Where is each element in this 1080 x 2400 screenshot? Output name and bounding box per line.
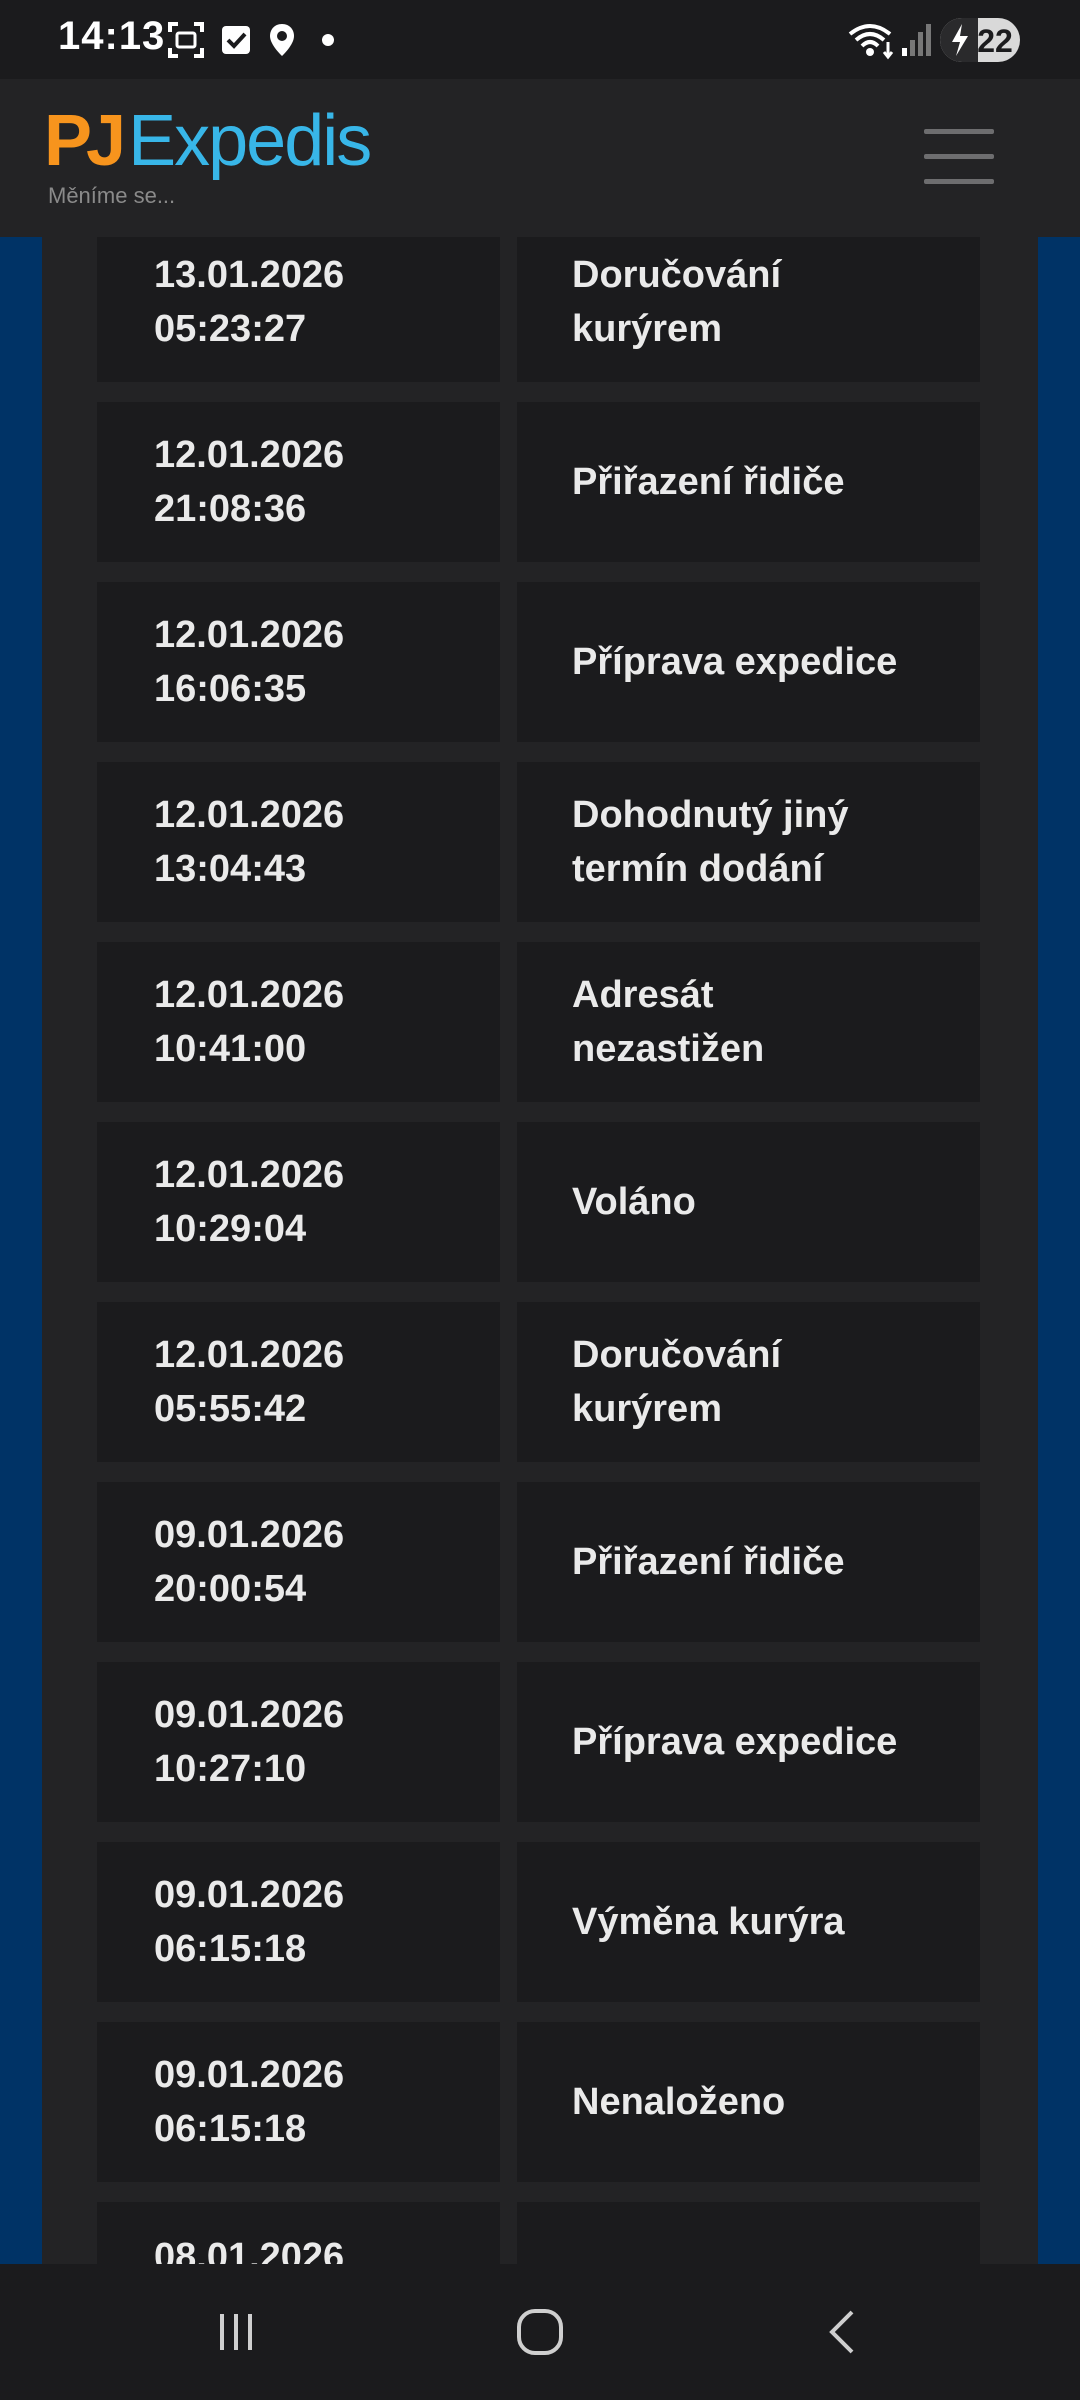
date-time-text: 09.01.2026 10:27:10 bbox=[154, 1694, 345, 1790]
status-cell: Příprava expedice bbox=[517, 582, 980, 742]
date-time-text: 12.01.2026 21:08:36 bbox=[154, 434, 345, 530]
status-cell: Nenaloženo bbox=[517, 2022, 980, 2182]
status-cell: Přiřazení řidiče bbox=[517, 1482, 980, 1642]
logo-expedis: Expedis bbox=[128, 101, 372, 181]
table-row: 08.01.2026 bbox=[97, 2202, 1027, 2264]
status-time: 14:13 bbox=[58, 14, 166, 58]
status-text: Adresát nezastižen bbox=[572, 974, 765, 1070]
date-cell: 12.01.2026 10:29:04 bbox=[97, 1122, 500, 1282]
date-time-text: 09.01.2026 06:15:18 bbox=[154, 2054, 345, 2150]
status-text: Příprava expedice bbox=[572, 1721, 898, 1763]
table-row: 12.01.2026 16:06:35 Příprava expedice bbox=[97, 582, 1027, 742]
date-cell: 12.01.2026 13:04:43 bbox=[97, 762, 500, 922]
status-cell: Dohodnutý jiný termín dodání bbox=[517, 762, 980, 922]
status-text: Doručování kurýrem bbox=[572, 254, 782, 350]
status-text: Přiřazení řidiče bbox=[572, 461, 845, 503]
signal-icon bbox=[902, 24, 931, 56]
status-text: Nenaloženo bbox=[572, 2081, 786, 2123]
location-icon bbox=[270, 24, 294, 56]
table-row: 12.01.2026 21:08:36 Přiřazení řidiče bbox=[97, 402, 1027, 562]
date-cell: 12.01.2026 05:55:42 bbox=[97, 1302, 500, 1462]
date-cell: 09.01.2026 10:27:10 bbox=[97, 1662, 500, 1822]
status-cell bbox=[517, 2202, 980, 2264]
table-row: 12.01.2026 13:04:43 Dohodnutý jiný termín… bbox=[97, 762, 1027, 922]
date-time-text: 12.01.2026 10:41:00 bbox=[154, 974, 345, 1070]
date-time-text: 12.01.2026 16:06:35 bbox=[154, 614, 345, 710]
recent-apps-icon[interactable] bbox=[206, 2302, 266, 2362]
date-time-text: 12.01.2026 13:04:43 bbox=[154, 794, 345, 890]
table-row: 13.01.2026 05:23:27 Doručování kurýrem bbox=[97, 237, 1027, 382]
date-cell: 09.01.2026 06:15:18 bbox=[97, 2022, 500, 2182]
date-cell: 12.01.2026 16:06:35 bbox=[97, 582, 500, 742]
status-text: Výměna kurýra bbox=[572, 1901, 845, 1943]
status-cell: Voláno bbox=[517, 1122, 980, 1282]
date-time-text: 12.01.2026 05:55:42 bbox=[154, 1334, 345, 1430]
date-time-text: 09.01.2026 20:00:54 bbox=[154, 1514, 345, 1610]
table-row: 12.01.2026 10:29:04 Voláno bbox=[97, 1122, 1027, 1282]
screenshot-icon bbox=[168, 22, 204, 58]
wifi-icon bbox=[848, 24, 894, 60]
date-cell: 09.01.2026 20:00:54 bbox=[97, 1482, 500, 1642]
hamburger-icon bbox=[924, 129, 994, 134]
table-row: 12.01.2026 05:55:42 Doručování kurýrem bbox=[97, 1302, 1027, 1462]
site-header: PJ Expedis Měníme se... bbox=[0, 79, 1080, 237]
date-cell: 12.01.2026 10:41:00 bbox=[97, 942, 500, 1102]
logo[interactable]: PJ Expedis bbox=[44, 101, 372, 181]
notification-dot-icon bbox=[322, 34, 334, 46]
status-text: Příprava expedice bbox=[572, 641, 898, 683]
table-row: 09.01.2026 06:15:18 Nenaloženo bbox=[97, 2022, 1027, 2182]
status-cell: Příprava expedice bbox=[517, 1662, 980, 1822]
date-cell: 08.01.2026 bbox=[97, 2202, 500, 2264]
hamburger-menu-button[interactable] bbox=[924, 129, 994, 185]
table-row: 09.01.2026 20:00:54 Přiřazení řidiče bbox=[97, 1482, 1027, 1642]
table-row: 12.01.2026 10:41:00 Adresát nezastižen bbox=[97, 942, 1027, 1102]
hamburger-icon-line bbox=[924, 154, 994, 159]
back-icon[interactable] bbox=[814, 2302, 874, 2362]
check-icon bbox=[222, 26, 250, 54]
status-text: Doručování kurýrem bbox=[572, 1334, 782, 1430]
status-cell: Doručování kurýrem bbox=[517, 237, 980, 382]
battery-level: 22 bbox=[977, 23, 1013, 59]
table-row: 09.01.2026 10:27:10 Příprava expedice bbox=[97, 1662, 1027, 1822]
status-text: Voláno bbox=[572, 1181, 696, 1223]
hamburger-icon-line bbox=[924, 179, 994, 184]
status-bar: 14:13 22 bbox=[0, 0, 1080, 79]
date-time-text: 12.01.2026 10:29:04 bbox=[154, 1154, 345, 1250]
date-time-text: 08.01.2026 bbox=[154, 2236, 345, 2264]
status-cell: Adresát nezastižen bbox=[517, 942, 980, 1102]
home-icon[interactable] bbox=[510, 2302, 570, 2362]
logo-pj: PJ bbox=[44, 101, 126, 181]
status-text: Přiřazení řidiče bbox=[572, 1541, 845, 1583]
status-cell: Výměna kurýra bbox=[517, 1842, 980, 2002]
date-time-text: 13.01.2026 05:23:27 bbox=[154, 254, 345, 350]
table-row: 09.01.2026 06:15:18 Výměna kurýra bbox=[97, 1842, 1027, 2002]
battery-indicator: 22 bbox=[940, 18, 1020, 62]
status-cell: Doručování kurýrem bbox=[517, 1302, 980, 1462]
date-cell: 12.01.2026 21:08:36 bbox=[97, 402, 500, 562]
tagline: Měníme se... bbox=[48, 183, 176, 208]
status-text: Dohodnutý jiný termín dodání bbox=[572, 794, 849, 890]
content-area: 13.01.2026 05:23:27 Doručování kurýrem 12.… bbox=[42, 237, 1038, 2264]
status-cell: Přiřazení řidiče bbox=[517, 402, 980, 562]
date-cell: 13.01.2026 05:23:27 bbox=[97, 237, 500, 382]
date-cell: 09.01.2026 06:15:18 bbox=[97, 1842, 500, 2002]
date-time-text: 09.01.2026 06:15:18 bbox=[154, 1874, 345, 1970]
navigation-bar bbox=[0, 2264, 1080, 2400]
